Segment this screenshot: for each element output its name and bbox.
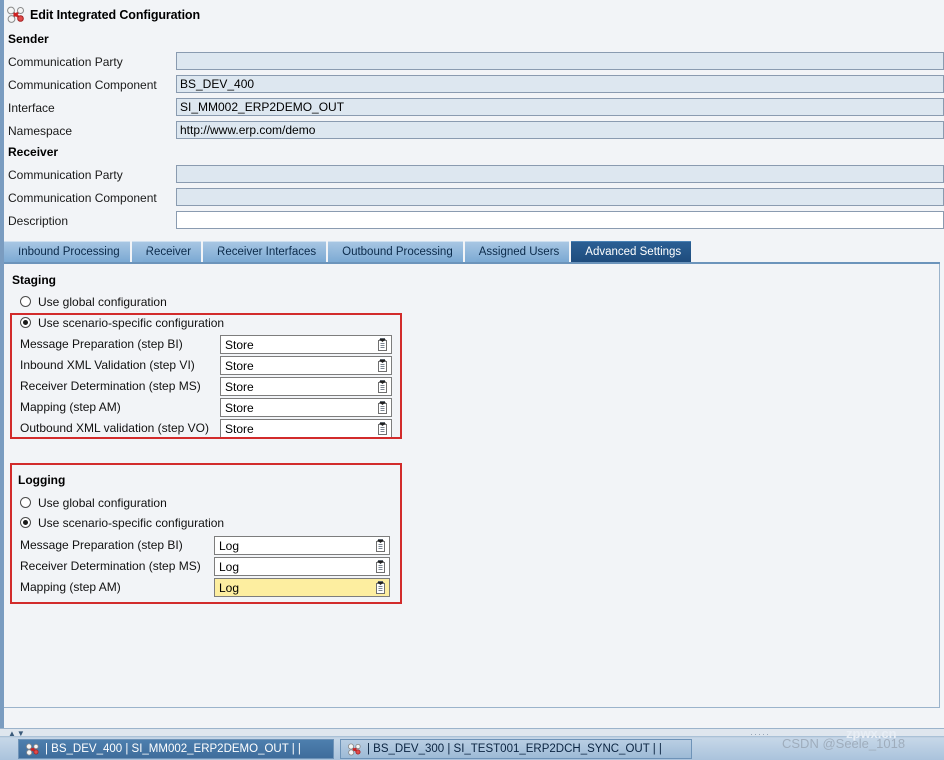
integrated-configuration-icon [26, 743, 39, 755]
taskbar-item-label: | BS_DEV_300 | SI_TEST001_ERP2DCH_SYNC_O… [367, 743, 662, 755]
radio-icon [20, 296, 31, 307]
tab-inbound-processing[interactable]: Inbound Processing [4, 241, 130, 262]
logging-mapping-select[interactable]: Log [214, 578, 390, 597]
field-label: Description [8, 214, 69, 228]
sender-namespace-input[interactable] [176, 121, 944, 139]
tab-receiver-interfaces[interactable]: Receiver Interfaces [203, 241, 327, 262]
radio-label: Use global configuration [38, 295, 167, 309]
tab-outbound-processing[interactable]: Outbound Processing [328, 241, 463, 262]
value-help-icon[interactable] [374, 581, 387, 595]
tab-label: Inbound Processing [18, 246, 120, 258]
field-label: Namespace [8, 124, 73, 138]
radio-icon [20, 497, 31, 508]
window-title-row: Edit Integrated Configuration [6, 6, 200, 24]
staging-row-message-preparation: Message Preparation (step BI) Store [20, 335, 400, 354]
staging-row-inbound-xml-validation: Inbound XML Validation (step VI) Store [20, 356, 400, 375]
radio-label: Use scenario-specific configuration [38, 316, 225, 330]
combo-value: Log [219, 581, 240, 595]
sender-communication-party-input[interactable] [176, 52, 944, 70]
tab-label: Outbound Processing [342, 246, 453, 258]
field-label: Communication Party [8, 55, 123, 69]
radio-label: Use scenario-specific configuration [38, 516, 225, 530]
combo-value: Store [225, 338, 254, 352]
radio-selected-icon [20, 517, 31, 528]
combo-label: Mapping (step AM) [20, 580, 121, 594]
taskbar-item-bs-dev-400[interactable]: | BS_DEV_400 | SI_MM002_ERP2DEMO_OUT | | [18, 739, 334, 759]
logging-row-receiver-determination: Receiver Determination (step MS) Log [20, 557, 400, 576]
combo-label: Mapping (step AM) [20, 400, 121, 414]
logging-message-preparation-select[interactable]: Log [214, 536, 390, 555]
page-title: Edit Integrated Configuration [30, 8, 201, 22]
staging-message-preparation-select[interactable]: Store [220, 335, 392, 354]
watermark-dots: ····· [750, 729, 770, 739]
tab-label: Receiver [145, 246, 192, 258]
logging-row-message-preparation: Message Preparation (step BI) Log [20, 536, 400, 555]
tab-assigned-users[interactable]: Assigned Users [464, 241, 570, 262]
field-label: Communication Component [8, 78, 157, 92]
combo-value: Log [219, 539, 240, 553]
staging-row-receiver-determination: Receiver Determination (step MS) Store [20, 377, 400, 396]
tab-bar: Inbound Processing Receiver Receiver Int… [4, 241, 940, 262]
staging-outbound-xml-validation-select[interactable]: Store [220, 419, 392, 438]
edit-integrated-configuration-window: Edit Integrated Configuration Sender Com… [0, 0, 944, 760]
staging-mapping-select[interactable]: Store [220, 398, 392, 417]
integrated-configuration-icon [348, 743, 361, 755]
value-help-icon[interactable] [376, 338, 389, 352]
combo-label: Message Preparation (step BI) [20, 337, 183, 351]
radio-selected-icon [20, 317, 31, 328]
receiver-communication-party-input[interactable] [176, 165, 944, 183]
field-label: Communication Party [8, 168, 123, 182]
radio-label: Use global configuration [38, 496, 167, 510]
sender-heading: Sender [8, 32, 49, 46]
value-help-icon[interactable] [374, 560, 387, 574]
tab-label: Assigned Users [478, 246, 560, 258]
staging-receiver-determination-select[interactable]: Store [220, 377, 392, 396]
staging-row-outbound-xml-validation: Outbound XML validation (step VO) Store [20, 419, 400, 438]
combo-value: Store [225, 401, 254, 415]
taskbar-item-bs-dev-300[interactable]: | BS_DEV_300 | SI_TEST001_ERP2DCH_SYNC_O… [340, 739, 692, 759]
integrated-configuration-icon [7, 6, 24, 23]
receiver-description-input[interactable] [176, 211, 944, 229]
combo-label: Outbound XML validation (step VO) [20, 421, 209, 435]
logging-row-mapping: Mapping (step AM) Log [20, 578, 400, 597]
taskbar-item-label: | BS_DEV_400 | SI_MM002_ERP2DEMO_OUT | | [45, 743, 301, 755]
logging-heading: Logging [18, 473, 66, 487]
staging-inbound-xml-validation-select[interactable]: Store [220, 356, 392, 375]
value-help-icon[interactable] [376, 359, 389, 373]
tab-receiver[interactable]: Receiver [131, 241, 202, 262]
combo-value: Log [219, 560, 240, 574]
combo-value: Store [225, 359, 254, 373]
value-help-icon[interactable] [376, 422, 389, 436]
tab-label: Receiver Interfaces [217, 246, 317, 258]
combo-label: Receiver Determination (step MS) [20, 379, 201, 393]
tab-label: Advanced Settings [585, 246, 682, 258]
logging-receiver-determination-select[interactable]: Log [214, 557, 390, 576]
combo-label: Receiver Determination (step MS) [20, 559, 201, 573]
tab-advanced-settings[interactable]: Advanced Settings [571, 241, 692, 262]
sender-communication-component-input[interactable] [176, 75, 944, 93]
sender-interface-input[interactable] [176, 98, 944, 116]
value-help-icon[interactable] [376, 401, 389, 415]
combo-label: Inbound XML Validation (step VI) [20, 358, 195, 372]
combo-value: Store [225, 422, 254, 436]
value-help-icon[interactable] [374, 539, 387, 553]
combo-value: Store [225, 380, 254, 394]
combo-label: Message Preparation (step BI) [20, 538, 183, 552]
advanced-settings-panel: Staging Use global configuration Use sce… [4, 264, 940, 708]
watermark-csdn: CSDN @Seele_1018 [782, 736, 906, 751]
staging-row-mapping: Mapping (step AM) Store [20, 398, 400, 417]
receiver-communication-component-input[interactable] [176, 188, 944, 206]
field-label: Interface [8, 101, 55, 115]
staging-heading: Staging [12, 273, 56, 287]
receiver-heading: Receiver [8, 145, 59, 159]
value-help-icon[interactable] [376, 380, 389, 394]
field-label: Communication Component [8, 191, 157, 205]
